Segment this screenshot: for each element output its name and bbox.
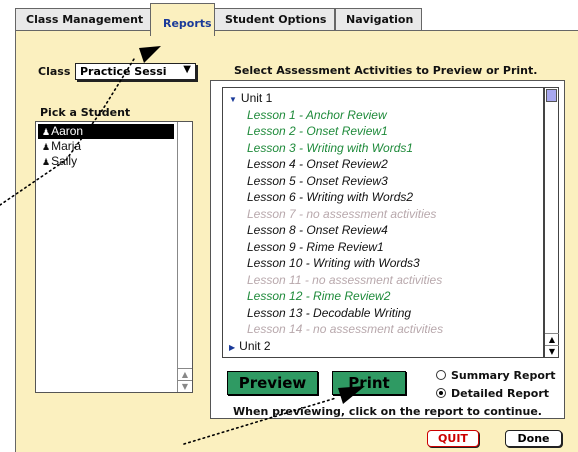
student-name: Sally <box>51 154 78 168</box>
lesson-item-disabled: Lesson 7 - no assessment activities <box>247 206 437 221</box>
tab-label: Navigation <box>346 13 414 26</box>
tab-class-management[interactable]: Class Management <box>15 8 152 30</box>
lesson-item[interactable]: Lesson 6 - Writing with Words2 <box>223 190 543 207</box>
tab-reports[interactable]: Reports <box>150 3 215 36</box>
lesson-item[interactable]: Lesson 4 - Onset Review2 <box>223 157 543 174</box>
summary-report-option[interactable]: Summary Report <box>436 369 556 382</box>
scroll-thumb[interactable] <box>546 89 557 102</box>
student-list-box: ♟Aaron ♟Maria ♟Sally ▲ ▼ <box>35 121 193 393</box>
lesson-item[interactable]: Lesson 13 - Decodable Writing <box>223 306 543 323</box>
student-name: Aaron <box>51 124 84 138</box>
student-scrollbar[interactable]: ▲ ▼ <box>177 122 192 392</box>
tab-bar: Class Management Student Options Navigat… <box>15 8 578 32</box>
done-button[interactable]: Done <box>505 430 562 447</box>
class-select[interactable]: Practice Sessi ▼ <box>75 63 196 80</box>
scroll-down-icon[interactable]: ▼ <box>178 380 192 392</box>
detailed-report-label: Detailed Report <box>451 387 550 400</box>
class-label: Class <box>38 65 71 78</box>
activities-heading: Select Assessment Activities to Preview … <box>234 64 538 77</box>
lesson-item[interactable]: Lesson 8 - Onset Review4 <box>223 223 543 240</box>
activity-list: ▼ Unit 1 Lesson 1 - Anchor Review Lesson … <box>222 87 544 358</box>
student-item[interactable]: ♟Sally <box>38 154 174 169</box>
unit-label: Unit 1 <box>240 91 273 105</box>
scroll-down-icon[interactable]: ▼ <box>545 345 559 357</box>
person-icon: ♟ <box>42 157 51 167</box>
quit-button[interactable]: QUIT <box>427 430 479 447</box>
tab-label: Reports <box>163 17 212 30</box>
lesson-item[interactable]: Lesson 10 - Writing with Words3 <box>223 256 543 273</box>
lesson-item[interactable]: Lesson 9 - Rime Review1 <box>223 240 543 257</box>
chevron-down-icon: ▼ <box>183 64 191 75</box>
lesson-item[interactable]: Lesson 5 - Onset Review3 <box>223 174 543 191</box>
scroll-up-icon[interactable]: ▲ <box>178 368 192 380</box>
unit-item[interactable]: ▶ Unit 2 <box>223 339 543 356</box>
scroll-up-icon[interactable]: ▲ <box>545 333 559 345</box>
tab-navigation[interactable]: Navigation <box>335 8 422 30</box>
lesson-item[interactable]: Lesson 1 - Anchor Review <box>223 108 543 125</box>
tab-student-options[interactable]: Student Options <box>214 8 335 30</box>
disclosure-closed-icon[interactable]: ▶ <box>229 343 235 352</box>
unit-item[interactable]: ▼ Unit 1 <box>223 91 543 108</box>
student-name: Maria <box>51 139 82 153</box>
person-icon: ♟ <box>42 127 51 137</box>
detailed-report-option[interactable]: Detailed Report <box>436 387 549 400</box>
radio-off-icon[interactable] <box>436 370 446 380</box>
pick-student-heading: Pick a Student <box>40 106 131 119</box>
tab-label: Class Management <box>26 13 144 26</box>
disclosure-open-icon[interactable]: ▼ <box>229 95 237 104</box>
summary-report-label: Summary Report <box>451 369 556 382</box>
student-list: ♟Aaron ♟Maria ♟Sally <box>38 124 174 169</box>
class-select-value: Practice Sessi <box>80 65 167 78</box>
lesson-item-disabled: Lesson 14 - no assessment activities <box>247 322 444 336</box>
preview-button[interactable]: Preview <box>227 371 318 395</box>
activity-scrollbar[interactable]: ▲ ▼ <box>544 87 559 358</box>
student-item[interactable]: ♟Maria <box>38 139 174 154</box>
student-item[interactable]: ♟Aaron <box>38 124 174 139</box>
print-button[interactable]: Print <box>332 371 406 395</box>
preview-hint: When previewing, click on the report to … <box>233 405 542 418</box>
lesson-item[interactable]: Lesson 12 - Rime Review2 <box>223 289 543 306</box>
lesson-item-disabled: Lesson 11 - no assessment activities <box>247 272 443 287</box>
radio-on-icon[interactable] <box>436 388 446 398</box>
unit-label: Unit 2 <box>239 338 271 353</box>
lesson-item[interactable]: Lesson 2 - Onset Review1 <box>223 124 543 141</box>
person-icon: ♟ <box>42 142 51 152</box>
tab-label: Student Options <box>225 13 327 26</box>
lesson-item[interactable]: Lesson 3 - Writing with Words1 <box>223 141 543 158</box>
